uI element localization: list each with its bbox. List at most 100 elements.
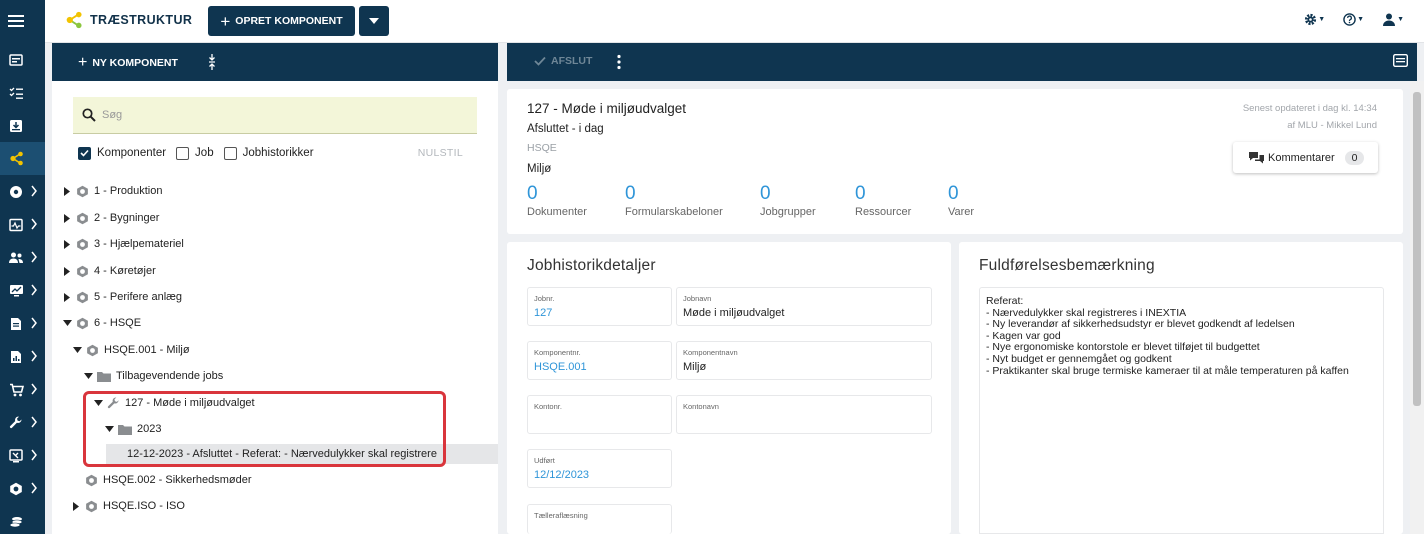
report-icon <box>8 349 24 365</box>
card-view-icon <box>1392 53 1409 68</box>
tree-node[interactable]: Tilbagevendende jobs <box>83 366 223 386</box>
component-icon <box>76 317 89 330</box>
stat-resources[interactable]: 0 Ressourcer <box>855 184 911 218</box>
stat-value: 0 <box>855 183 866 204</box>
new-component-button[interactable]: + NY KOMPONENT <box>78 55 178 71</box>
field-value[interactable]: 12/12/2023 <box>534 469 589 481</box>
tree-structure-icon <box>8 151 24 167</box>
more-options-button[interactable] <box>617 54 621 73</box>
stat-label: Jobgrupper <box>760 206 816 218</box>
collapse-node-icon[interactable] <box>83 371 93 381</box>
tree-node-label: 3 - Hjælpemateriel <box>94 238 184 250</box>
tree-node[interactable]: 5 - Perifere anlæg <box>62 287 182 307</box>
field-job-number[interactable]: Jobnr. 127 <box>527 287 672 326</box>
rail-item-monitor[interactable] <box>0 208 45 241</box>
expand-icon[interactable] <box>62 292 72 302</box>
stat-label: Formularskabeloner <box>625 206 723 218</box>
component-name: Miljø <box>527 163 552 175</box>
rail-item-component[interactable] <box>0 472 45 505</box>
tree-node-selected[interactable]: 12-12-2023 - Afsluttet - Referat: - Nærv… <box>106 444 498 464</box>
filter-job-histories[interactable]: Jobhistorikker <box>223 146 314 160</box>
tree-node[interactable]: 127 - Møde i miljøudvalget <box>93 393 255 413</box>
tree-node[interactable]: 2023 <box>104 419 161 439</box>
search-input[interactable] <box>102 109 462 121</box>
tree-node[interactable]: 4 - Køretøjer <box>62 261 156 281</box>
tree-node[interactable]: 2 - Bygninger <box>62 208 159 228</box>
reset-filters-button[interactable]: NULSTIL <box>418 147 463 159</box>
rail-item-checklist[interactable] <box>0 76 45 109</box>
expand-icon[interactable] <box>62 266 72 276</box>
tree-node[interactable]: HSQE.002 - Sikkerhedsmøder <box>85 470 252 490</box>
user-menu-button[interactable]: ▼ <box>1382 13 1404 26</box>
field-component-number[interactable]: Komponentnr. HSQE.001 <box>527 341 672 380</box>
plus-icon: + <box>220 11 231 31</box>
rail-item-settings-document[interactable] <box>0 175 45 208</box>
field-account-number[interactable]: Kontonr. <box>527 395 672 434</box>
finish-button[interactable]: AFSLUT <box>534 55 592 67</box>
caret-down-icon: ▼ <box>1397 16 1404 23</box>
component-icon <box>76 212 89 225</box>
detail-scrollbar[interactable] <box>1410 81 1424 534</box>
rail-item-document[interactable] <box>0 307 45 340</box>
completion-remark-text[interactable]: Referat: - Nærvedulykker skal registrere… <box>979 287 1384 534</box>
scrollbar-thumb[interactable] <box>1413 92 1421 406</box>
stat-documents[interactable]: 0 Dokumenter <box>527 184 587 218</box>
comments-button[interactable]: Kommentarer 0 <box>1233 142 1378 173</box>
rail-item-chart[interactable] <box>0 274 45 307</box>
tree-node[interactable]: 3 - Hjælpemateriel <box>62 234 184 254</box>
tree-node[interactable]: 6 - HSQE <box>62 313 141 333</box>
tree-filters: Komponenter Job Jobhistorikker NULSTIL <box>78 145 463 161</box>
plus-icon: + <box>78 54 88 71</box>
toggle-detail-view-button[interactable] <box>1392 53 1409 70</box>
expand-icon[interactable] <box>71 501 81 511</box>
expand-icon[interactable] <box>62 239 72 249</box>
rail-item-coins[interactable] <box>0 505 45 534</box>
field-component-name[interactable]: Komponentnavn Miljø <box>676 341 932 380</box>
stat-value: 0 <box>948 183 959 204</box>
settings-menu-button[interactable]: ▼ <box>1304 13 1325 26</box>
tree-node[interactable]: 1 - Produktion <box>62 181 162 201</box>
field-job-name[interactable]: Jobnavn Møde i miljøudvalget <box>676 287 932 326</box>
field-value[interactable]: HSQE.001 <box>534 361 587 373</box>
stat-job-groups[interactable]: 0 Jobgrupper <box>760 184 816 218</box>
collapse-node-icon[interactable] <box>93 398 103 408</box>
filter-components[interactable]: Komponenter <box>78 146 166 160</box>
field-meter-reading[interactable]: Tælleraflæsning <box>527 504 672 534</box>
last-updated: Senest opdateret i dag kl. 14:34 <box>1242 103 1377 114</box>
chevron-right-icon <box>31 449 37 461</box>
rail-item-tools[interactable] <box>0 439 45 472</box>
rail-item-dashboard[interactable] <box>0 43 45 76</box>
rail-item-inbox[interactable] <box>0 109 45 142</box>
collapse-node-icon[interactable] <box>104 424 114 434</box>
checkbox-checked-icon <box>78 146 91 160</box>
filter-job[interactable]: Job <box>176 146 214 160</box>
collapse-all-button[interactable] <box>208 54 216 73</box>
chevron-right-icon <box>31 383 37 395</box>
field-value[interactable]: 127 <box>534 307 552 319</box>
component-icon <box>86 344 99 357</box>
expand-icon[interactable] <box>62 186 72 196</box>
field-label: Udført <box>534 456 555 465</box>
rail-item-wrench[interactable] <box>0 406 45 439</box>
help-menu-button[interactable]: ▼ <box>1343 13 1364 26</box>
collapse-node-icon[interactable] <box>62 318 72 328</box>
stat-items[interactable]: 0 Varer <box>948 184 974 218</box>
stat-value: 0 <box>527 183 538 204</box>
rail-item-report[interactable] <box>0 340 45 373</box>
create-options-dropdown-button[interactable] <box>359 6 389 36</box>
rail-item-tree-structure[interactable] <box>0 142 45 175</box>
expand-icon[interactable] <box>62 213 72 223</box>
rail-item-menu[interactable] <box>0 4 45 37</box>
job-history-details-card: Jobhistorikdetaljer Jobnr. 127 Jobnavn M… <box>507 242 951 534</box>
field-completed-date[interactable]: Udført 12/12/2023 <box>527 449 672 488</box>
create-component-button[interactable]: + OPRET KOMPONENT <box>208 6 355 36</box>
rail-item-users[interactable] <box>0 241 45 274</box>
tree-node[interactable]: HSQE.ISO - ISO <box>71 496 185 516</box>
field-account-name[interactable]: Kontonavn <box>676 395 932 434</box>
rail-item-cart[interactable] <box>0 373 45 406</box>
component-icon <box>85 474 98 487</box>
tree-node[interactable]: HSQE.001 - Miljø <box>72 340 190 360</box>
collapse-node-icon[interactable] <box>72 345 82 355</box>
stat-label: Varer <box>948 206 975 218</box>
stat-form-templates[interactable]: 0 Formularskabeloner <box>625 184 723 218</box>
